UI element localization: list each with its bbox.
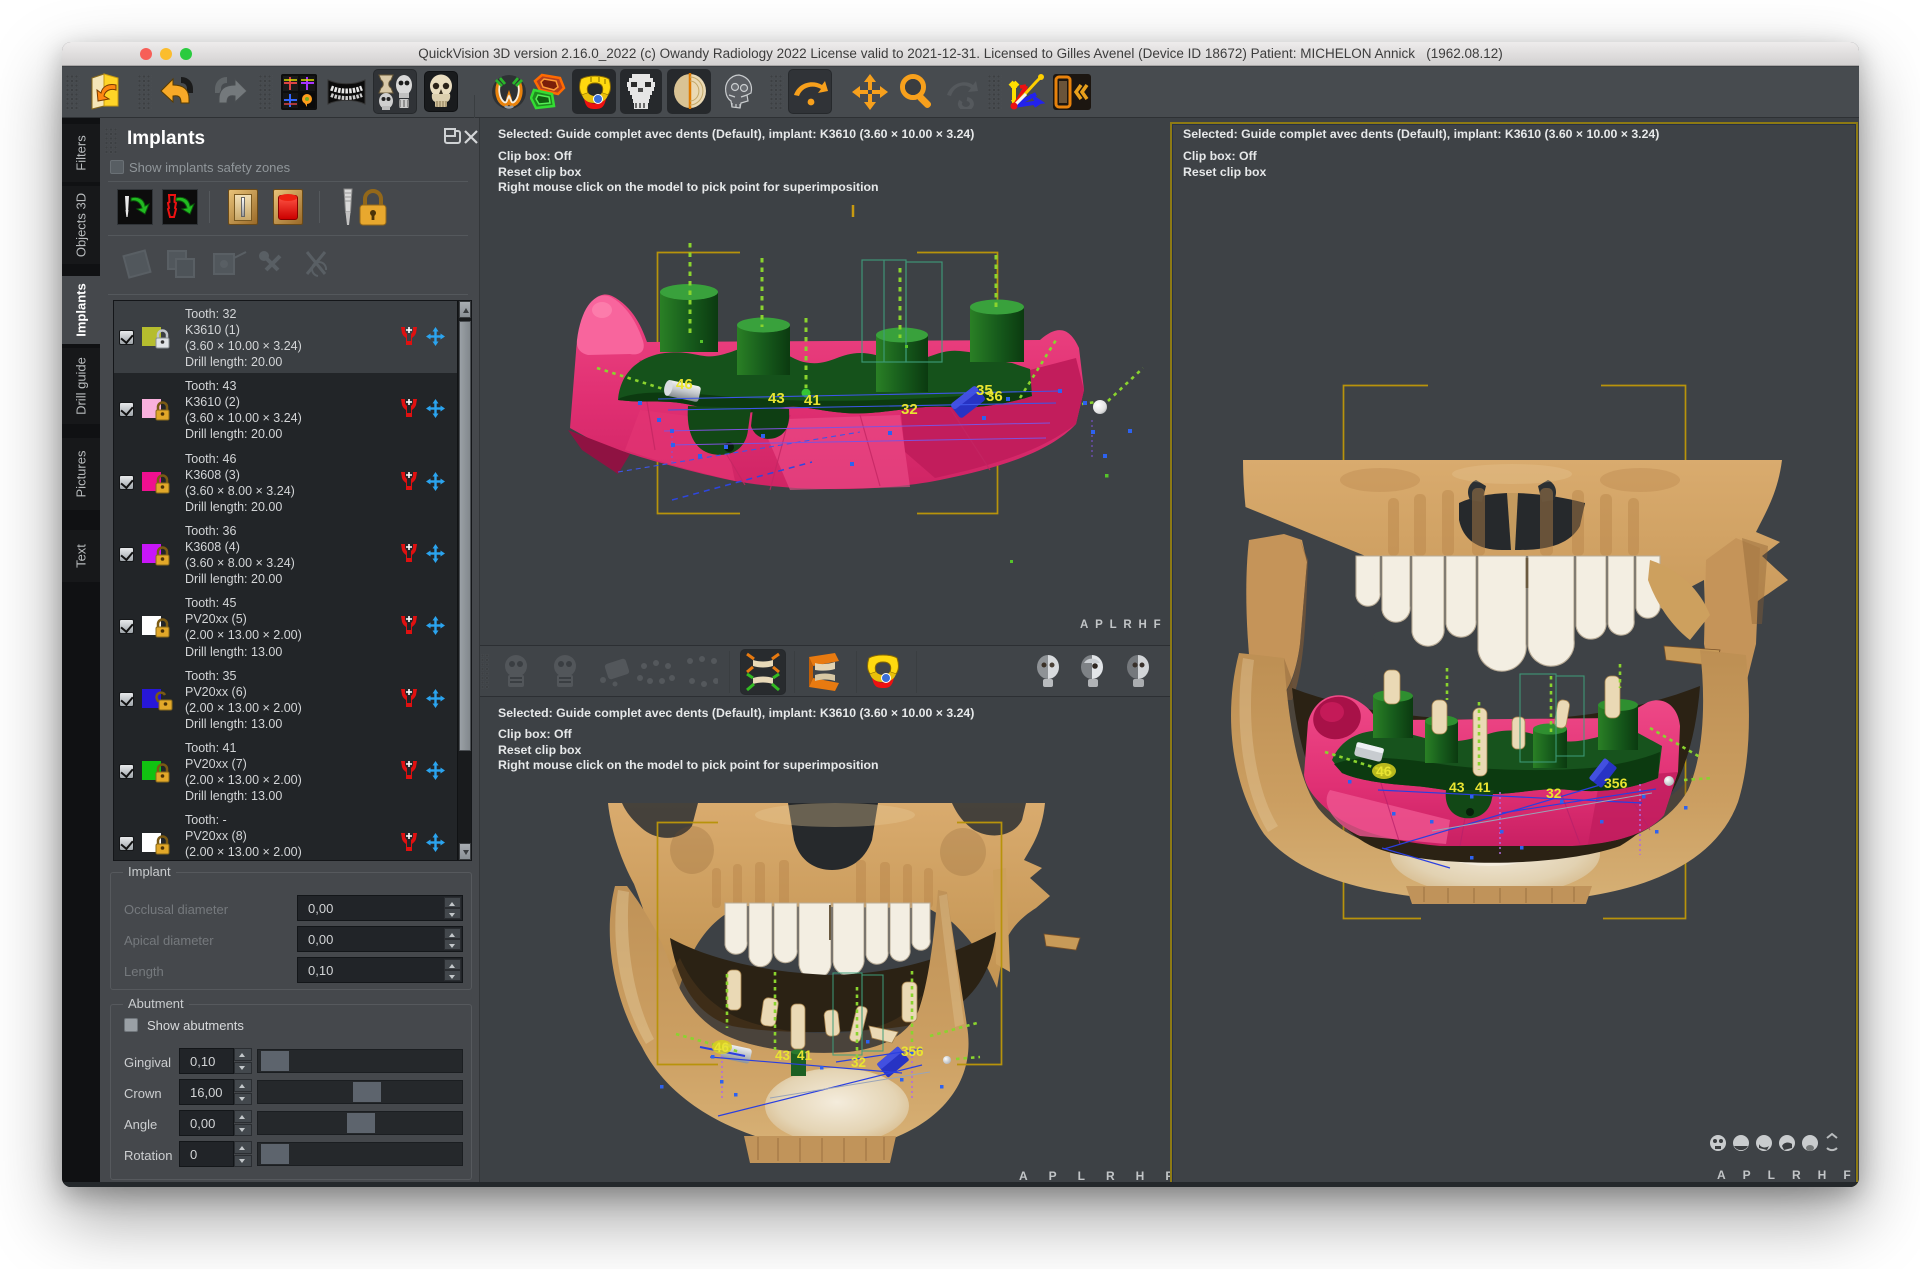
svg-text:43: 43 (775, 1048, 791, 1063)
svg-text:41: 41 (797, 1048, 813, 1063)
svg-text:41: 41 (804, 392, 821, 409)
svg-text:46: 46 (714, 1040, 730, 1055)
svg-text:43: 43 (1449, 779, 1465, 795)
svg-text:36: 36 (986, 388, 1003, 405)
svg-text:32: 32 (1546, 785, 1562, 801)
svg-text:46: 46 (676, 376, 693, 393)
svg-text:46: 46 (1376, 763, 1392, 779)
svg-text:41: 41 (1475, 779, 1491, 795)
svg-text:32: 32 (901, 401, 918, 418)
svg-text:356: 356 (1604, 775, 1628, 791)
svg-text:43: 43 (768, 390, 785, 407)
svg-text:356: 356 (901, 1044, 924, 1059)
svg-text:32: 32 (851, 1055, 866, 1070)
